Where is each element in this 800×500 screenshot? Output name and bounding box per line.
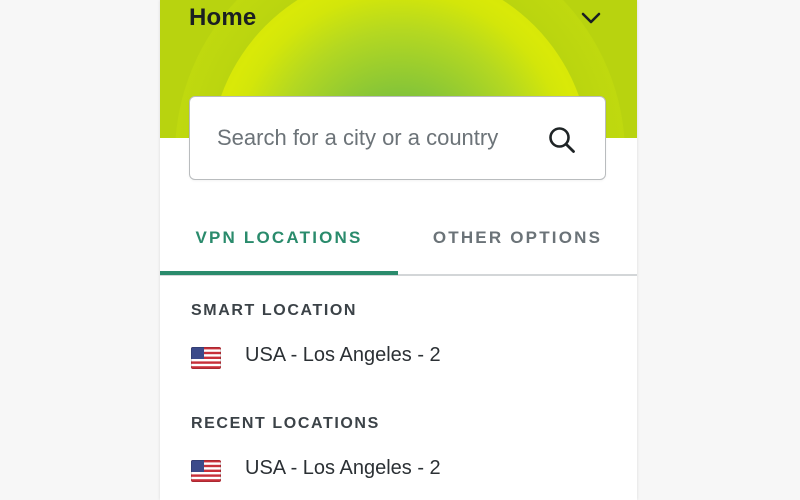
search-box[interactable]	[189, 96, 606, 180]
search-icon[interactable]	[547, 125, 577, 155]
smart-location-item[interactable]: USA - Los Angeles - 2	[160, 337, 637, 377]
tab-other-options[interactable]: OTHER OPTIONS	[398, 205, 637, 274]
page-title: Home	[189, 4, 257, 31]
chevron-down-icon[interactable]	[580, 8, 602, 28]
recent-locations-heading: RECENT LOCATIONS	[191, 415, 380, 432]
app-window: Home VPN LOCATIONS OTHER OPTIONS SMART L…	[0, 0, 800, 500]
smart-location-heading: SMART LOCATION	[191, 302, 358, 319]
us-flag-icon	[191, 460, 221, 482]
vpn-panel: Home VPN LOCATIONS OTHER OPTIONS SMART L…	[160, 0, 637, 500]
active-tab-indicator	[160, 271, 398, 275]
location-label: USA - Los Angeles - 2	[245, 344, 441, 366]
location-tabs: VPN LOCATIONS OTHER OPTIONS	[160, 205, 637, 276]
tab-vpn-locations[interactable]: VPN LOCATIONS	[160, 205, 398, 274]
recent-location-item[interactable]: USA - Los Angeles - 2	[160, 450, 637, 490]
us-flag-icon	[191, 347, 221, 369]
search-input[interactable]	[217, 121, 537, 155]
location-label: USA - Los Angeles - 2	[245, 457, 441, 479]
